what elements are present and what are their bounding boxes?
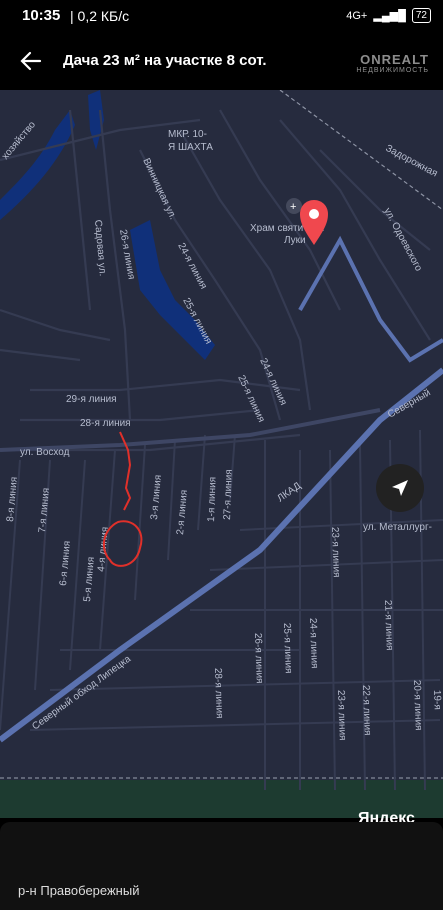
map-label-line25c: 25-я линия — [281, 623, 294, 674]
map-label-mkr: МКР. 10- — [168, 129, 207, 140]
map-label-line29: 29-я линия — [66, 394, 117, 405]
map-label-shakhta: Я ШАХТА — [168, 142, 213, 153]
watermark-main: ONREALT — [360, 52, 429, 67]
map-label-line26b: 26-я линия — [252, 633, 265, 684]
map-label-line23a: 23-я линия — [329, 527, 342, 578]
map-label-line28b: 28-я линия — [212, 668, 225, 719]
map-label-luki: Луки — [284, 235, 306, 246]
battery-icon: 72 — [411, 8, 431, 23]
status-time: 10:35 — [22, 7, 61, 24]
map-label-line23b: 23-я линия — [335, 690, 348, 741]
watermark-logo: ONREALT НЕДВИЖИМОСТЬ — [356, 52, 429, 74]
network-label: 4G+ — [346, 9, 368, 22]
status-data-rate: | 0,2 КБ/с — [70, 8, 130, 24]
status-bar: 10:35 | 0,2 КБ/с 4G+ ▂▄▆█ 72 — [0, 0, 443, 32]
status-right: 4G+ ▂▄▆█ 72 — [346, 8, 431, 23]
navigation-arrow-icon — [392, 480, 408, 496]
map-label-line20: 20-я линия — [411, 680, 424, 731]
map-label-metallurg: ул. Металлург- — [363, 522, 432, 533]
map-canvas[interactable]: МКР. 10- Я ШАХТА хозяйство Винницкая ул.… — [0, 90, 443, 818]
church-marker-icon[interactable]: + — [286, 198, 302, 214]
location-button[interactable] — [376, 464, 424, 512]
svg-text:+: + — [290, 201, 296, 213]
signal-icon: ▂▄▆█ — [373, 10, 406, 22]
watermark-sub: НЕДВИЖИМОСТЬ — [356, 67, 429, 74]
map-view[interactable]: МКР. 10- Я ШАХТА хозяйство Винницкая ул.… — [0, 90, 443, 818]
info-card: р-н Правобережный — [0, 822, 443, 910]
district-label: р-н Правобережный — [18, 883, 140, 898]
map-label-line28: 28-я линия — [80, 418, 131, 429]
map-label-line22: 22-я линия — [360, 685, 373, 736]
map-label-line21: 21-я линия — [382, 600, 395, 651]
page-title: Дача 23 м² на участке 8 сот. — [63, 52, 267, 69]
map-label-voskhod: ул. Восход — [20, 447, 70, 458]
app-header: Дача 23 м² на участке 8 сот. ONREALT НЕД… — [0, 32, 443, 90]
map-label-line1: 1-я линия — [206, 477, 219, 522]
back-arrow-icon[interactable] — [20, 50, 42, 72]
map-label-line19: 19-я — [431, 690, 443, 710]
map-label-line24c: 24-я линия — [307, 618, 320, 669]
map-label-line27: 27-я линия — [222, 469, 235, 520]
